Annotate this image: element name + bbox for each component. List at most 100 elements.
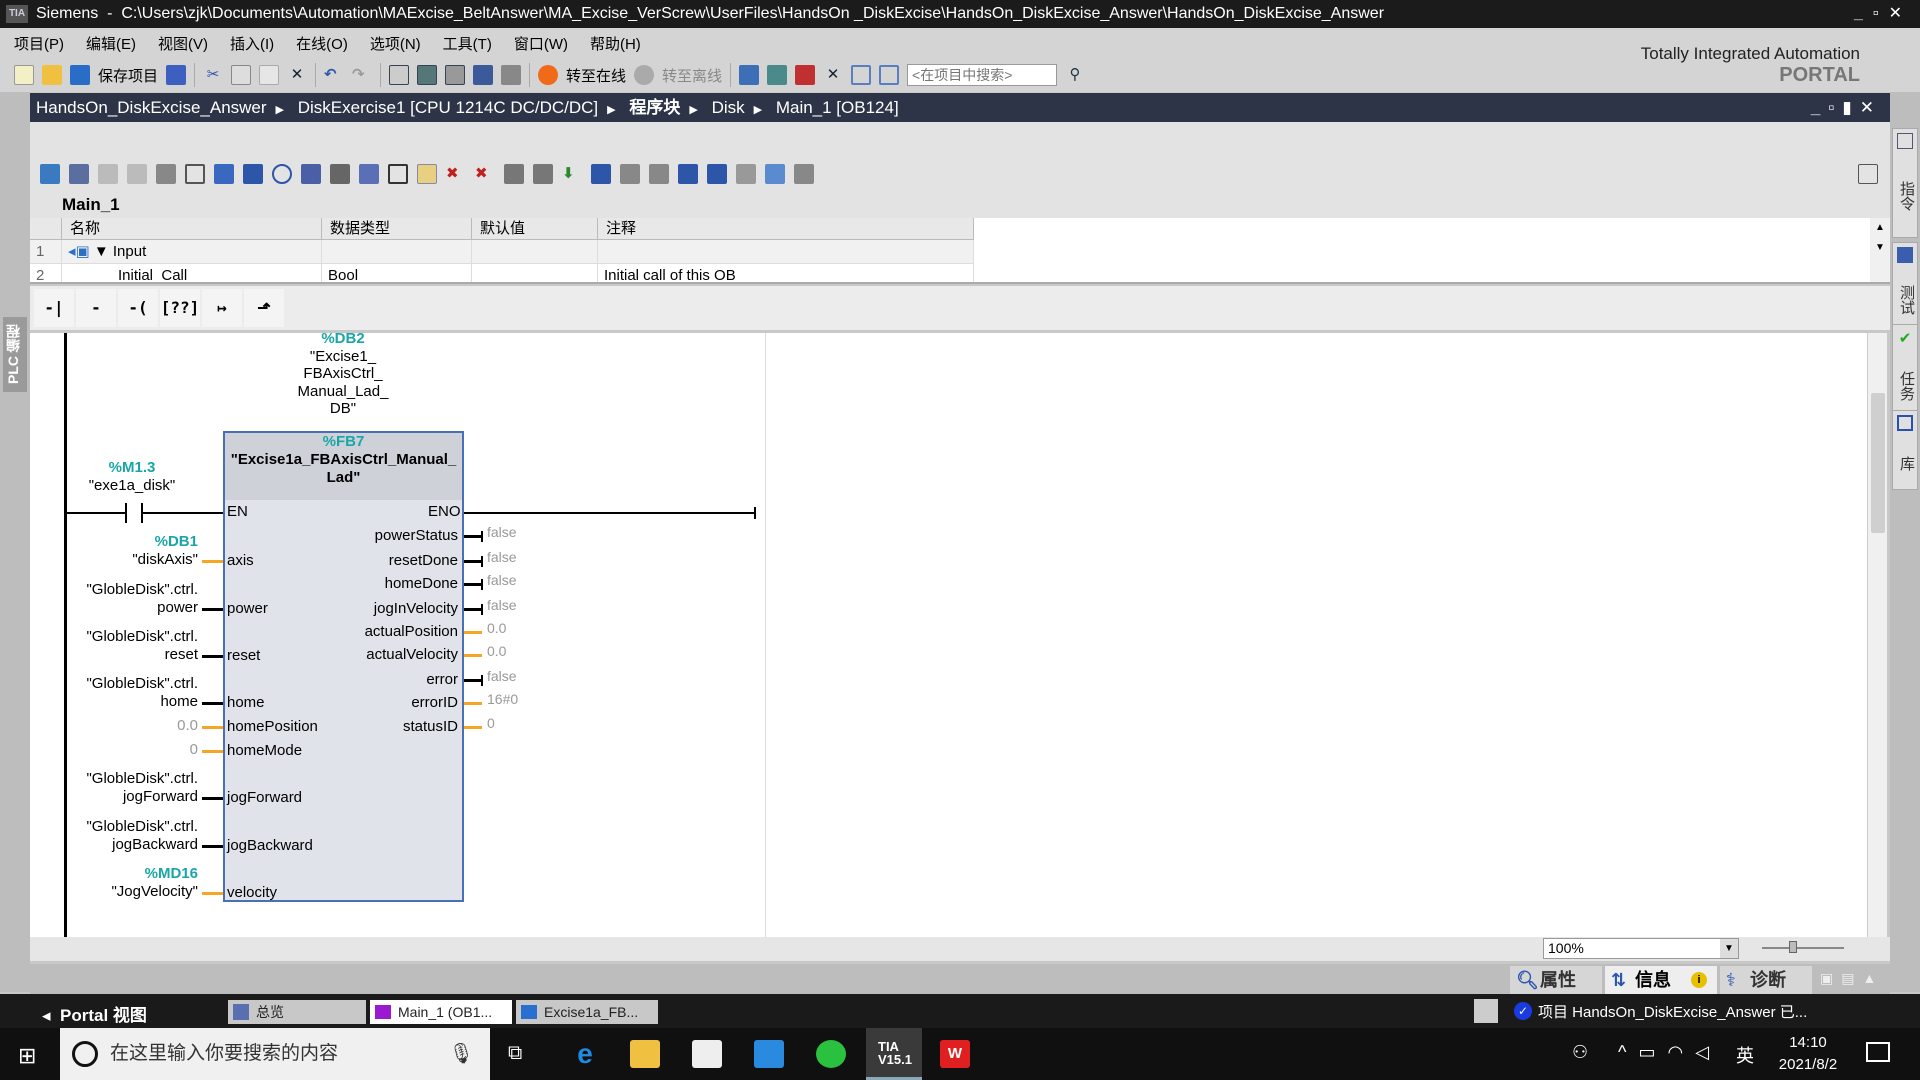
inspector-window-controls[interactable]: ▣▤▲ bbox=[1820, 970, 1884, 987]
goto-next-error-icon[interactable]: ✖ bbox=[475, 164, 495, 184]
accessible-devices-icon[interactable] bbox=[739, 65, 760, 85]
tab-tasks[interactable]: ✔ 任务 bbox=[1892, 324, 1918, 422]
pin-en[interactable]: EN bbox=[227, 503, 248, 520]
operand-homePosition[interactable]: 0.0 bbox=[177, 717, 198, 735]
mail-icon[interactable] bbox=[754, 1040, 784, 1068]
panel-layout-icon[interactable] bbox=[1858, 164, 1878, 184]
breadcrumb-device[interactable]: DiskExercise1 [CPU 1214C DC/DC/DC] bbox=[298, 98, 598, 117]
stop-cpu-icon[interactable] bbox=[795, 65, 816, 85]
tab-properties[interactable]: 🔍︎ 属性 bbox=[1510, 966, 1602, 994]
undo-icon[interactable]: ↶ bbox=[324, 65, 344, 85]
cross-reference-icon[interactable]: ✕ bbox=[823, 65, 843, 85]
menu-tools[interactable]: 工具(T) bbox=[443, 33, 492, 54]
menu-help[interactable]: 帮助(H) bbox=[590, 33, 641, 54]
project-search-input[interactable] bbox=[907, 64, 1058, 86]
scroll-thumb[interactable] bbox=[1871, 393, 1885, 533]
pin-velocity[interactable]: velocity bbox=[227, 884, 277, 901]
monitor-icon[interactable] bbox=[591, 164, 611, 184]
search-binoculars-icon[interactable]: ⚲ bbox=[1065, 65, 1085, 85]
simulation-icon[interactable] bbox=[473, 65, 494, 85]
editor-tab-main1[interactable]: Main_1 (OB1... bbox=[370, 1000, 512, 1024]
pin-axis[interactable]: axis bbox=[227, 552, 254, 569]
start-cpu-icon[interactable] bbox=[767, 65, 788, 85]
pin-power[interactable]: power bbox=[227, 600, 268, 617]
menu-view[interactable]: 视图(V) bbox=[158, 33, 208, 54]
status-message[interactable]: 项目 HandsOn_DiskExcise_Answer 已... bbox=[1538, 1001, 1807, 1022]
add-row-icon[interactable] bbox=[127, 164, 147, 184]
go-offline-button[interactable]: 转至离线 bbox=[662, 65, 722, 86]
open-all-networks-icon[interactable] bbox=[243, 164, 263, 184]
zoom-select[interactable]: 100% ▼ bbox=[1543, 938, 1739, 959]
pin-errorID[interactable]: errorID bbox=[411, 694, 458, 711]
pin-eno[interactable]: ENO bbox=[428, 503, 461, 520]
go-online-icon[interactable] bbox=[538, 65, 559, 85]
editor-tab-overview[interactable]: 总览 bbox=[228, 1000, 366, 1024]
pin-resetDone[interactable]: resetDone bbox=[389, 552, 458, 569]
portal-view-button[interactable]: ◂ Portal 视图 bbox=[42, 1001, 147, 1026]
download-icon[interactable] bbox=[417, 65, 438, 85]
tab-libraries[interactable]: 库 bbox=[1892, 410, 1918, 490]
network-comments-icon[interactable] bbox=[272, 164, 292, 184]
operand-jogBackward[interactable]: "GlobleDisk".ctrl. jogBackward bbox=[86, 818, 198, 854]
notification-center-icon[interactable] bbox=[1866, 1042, 1890, 1062]
contact-operand[interactable]: %M1.3 "exe1a_disk" bbox=[72, 459, 192, 495]
upload-icon[interactable] bbox=[445, 65, 466, 85]
pin-powerStatus[interactable]: powerStatus bbox=[375, 527, 458, 544]
close-branch-button[interactable]: ⬏ bbox=[244, 289, 284, 327]
menu-window[interactable]: 窗口(W) bbox=[514, 33, 568, 54]
new-project-icon[interactable] bbox=[14, 65, 34, 85]
goto-error-icon[interactable]: ✖ bbox=[446, 164, 466, 184]
fb-call-box[interactable]: %FB7 "Excise1a_FBAxisCtrl_Manual_ Lad" bbox=[223, 431, 464, 902]
menu-insert[interactable]: 插入(I) bbox=[230, 33, 274, 54]
system-tray-icons[interactable]: ^▭◠◁ bbox=[1618, 1042, 1721, 1063]
operand-velocity[interactable]: %MD16 "JogVelocity" bbox=[111, 865, 198, 901]
file-explorer-icon[interactable] bbox=[630, 1040, 660, 1068]
call-hierarchy-icon[interactable] bbox=[504, 164, 524, 184]
interface-scrollbar[interactable]: ▲ ▼ bbox=[1870, 218, 1890, 282]
pin-statusID[interactable]: statusID bbox=[403, 718, 458, 735]
pin-home[interactable]: home bbox=[227, 694, 265, 711]
tag-info-icon[interactable] bbox=[388, 164, 408, 184]
tab-diagnostics[interactable]: ⚕ 诊断 bbox=[1720, 966, 1812, 994]
plc-programming-tab[interactable]: PLC 编程 bbox=[3, 317, 27, 392]
go-online-button[interactable]: 转至在线 bbox=[566, 65, 626, 86]
pin-homePosition[interactable]: homePosition bbox=[227, 718, 318, 735]
pin-actualPosition[interactable]: actualPosition bbox=[365, 623, 458, 640]
instance-db-label[interactable]: %DB2 "Excise1_ FBAxisCtrl_ Manual_Lad_ DB" bbox=[283, 333, 403, 418]
cut-icon[interactable]: ✂ bbox=[203, 65, 223, 85]
editor-window-controls[interactable]: _▫▮✕ bbox=[1811, 93, 1882, 122]
menu-options[interactable]: 选项(N) bbox=[370, 33, 421, 54]
open-project-icon[interactable] bbox=[42, 65, 62, 85]
table-row-input[interactable]: ◂▣ ▼ Input bbox=[62, 240, 322, 264]
open-branch-button[interactable]: ↦ bbox=[202, 289, 242, 327]
menu-online[interactable]: 在线(O) bbox=[296, 33, 348, 54]
breadcrumb-program-blocks[interactable]: 程序块 bbox=[629, 98, 680, 117]
windows-start-icon[interactable]: ⊞ bbox=[18, 1043, 36, 1069]
store-icon[interactable] bbox=[692, 1040, 722, 1068]
block-compare-icon[interactable] bbox=[533, 164, 553, 184]
favorites-icon[interactable] bbox=[156, 164, 176, 184]
display-icon[interactable] bbox=[359, 164, 379, 184]
network-overview-icon[interactable] bbox=[214, 164, 234, 184]
collapse-icon[interactable] bbox=[330, 164, 350, 184]
protection-icon[interactable] bbox=[794, 164, 814, 184]
tia-portal-taskbar-button[interactable]: TIA V15.1 bbox=[866, 1028, 922, 1080]
pin-jogInVelocity[interactable]: jogInVelocity bbox=[374, 600, 458, 617]
pin-homeMode[interactable]: homeMode bbox=[227, 742, 302, 759]
pin-homeDone[interactable]: homeDone bbox=[385, 575, 458, 592]
copy-icon[interactable] bbox=[231, 65, 252, 85]
tab-testing[interactable]: 测试 bbox=[1892, 242, 1918, 332]
breadcrumb-folder[interactable]: Disk bbox=[712, 98, 745, 117]
redo-icon[interactable]: ↷ bbox=[352, 65, 372, 85]
absolute-operands-icon[interactable] bbox=[185, 164, 205, 184]
split-horizontal-icon[interactable] bbox=[851, 65, 872, 85]
table-row-initial-call[interactable]: Initial_Call bbox=[62, 264, 322, 282]
operand-home[interactable]: "GlobleDisk".ctrl. home bbox=[86, 675, 198, 711]
empty-box-button[interactable]: [??] bbox=[160, 289, 200, 327]
modify-icon[interactable] bbox=[620, 164, 640, 184]
pin-error[interactable]: error bbox=[426, 671, 458, 688]
link-icon[interactable] bbox=[736, 164, 756, 184]
print-icon[interactable] bbox=[166, 65, 187, 85]
tab-info[interactable]: ⇅ 信息 i bbox=[1605, 966, 1717, 994]
save-icon[interactable] bbox=[70, 65, 90, 85]
